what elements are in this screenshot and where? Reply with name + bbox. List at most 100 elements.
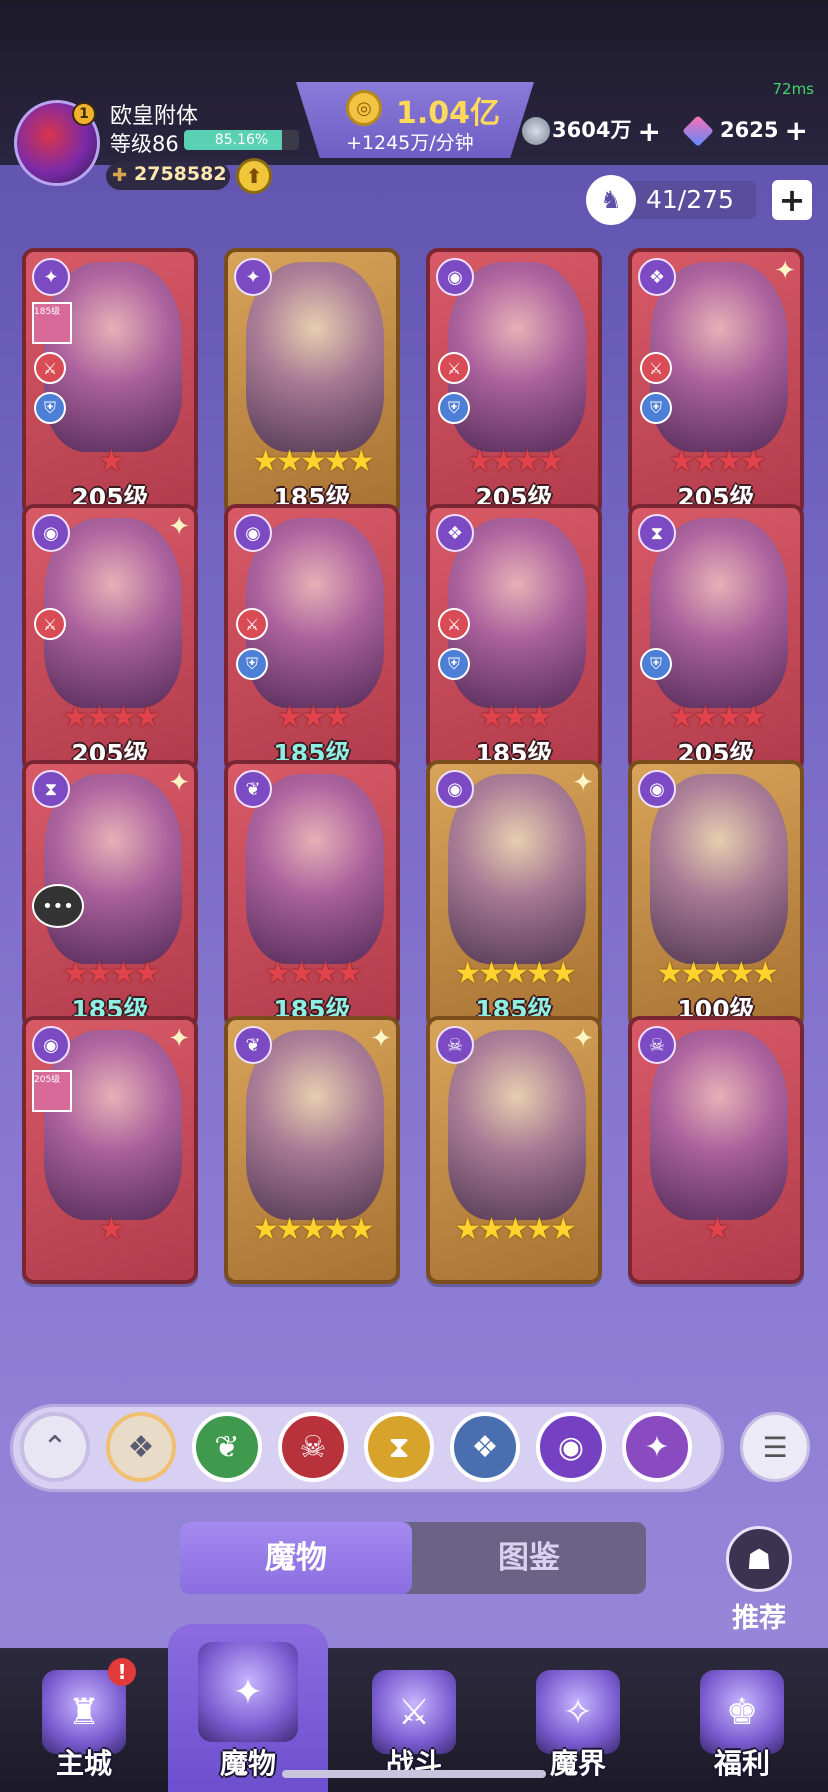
monster-portrait [650,1030,788,1220]
monster-card[interactable]: ⧗ ⛨ ★★★★ 205级 [628,504,804,772]
monster-grid: ✦ ⚔ ⛨ 185级 ★ 205级 ✦ ★★★★★ 185级 ◉ ⚔ ⛨ ★★★★ 205级 ❖ ⚔ ⛨ ✦ ★★★… [22,248,808,1366]
linked-monster-thumbnail: 185级 [32,302,72,344]
attack-role-icon: ⚔ [640,352,672,384]
faction-icon: ⧗ [32,770,70,808]
sparkle-icon: ✦ [168,768,190,798]
star-rating: ★★★★★ [252,1212,374,1247]
collapse-filter-icon[interactable]: ⌃ [20,1412,90,1482]
eye-faction-icon[interactable]: ◉ [536,1412,606,1482]
all-factions-icon[interactable]: ❖ [106,1412,176,1482]
sparkle-icon: ✦ [572,768,594,798]
star-rating: ★★★★★ [252,444,374,479]
chat-bubble-icon[interactable]: ••• [32,884,84,928]
nav-item-welfare[interactable]: ♚ 福利 [662,1648,822,1792]
faction-icon: ⧗ [638,514,676,552]
monster-card[interactable]: ☠ ✦ ★★★★★ [426,1016,602,1284]
silver-amount: 3604万 [552,118,632,142]
player-level: 等级86 [110,132,179,156]
player-name: 欧皇附体 [110,104,199,129]
recommend-button[interactable]: ☗ [726,1526,792,1592]
nav-item-main-city[interactable]: ♜ 主城! [4,1648,164,1792]
attack-role-icon: ⚔ [438,608,470,640]
recommend-label: 推荐 [732,1603,786,1634]
gem-resource: 2625 + [682,114,808,147]
tab-codex[interactable]: 图鉴 [412,1522,646,1594]
faction-icon: ❖ [436,514,474,552]
monster-card[interactable]: ◉ ⚔ ✦ ★★★★ 205级 [22,504,198,772]
defense-role-icon: ⛨ [640,648,672,680]
monster-portrait [44,1030,182,1220]
expand-roster-button[interactable]: + [772,180,812,220]
exp-percent: 85.16% [214,132,269,148]
star-rating: ★★★★ [62,956,161,991]
faction-icon: ❦ [234,770,272,808]
monster-portrait [246,1030,384,1220]
dragon-faction-icon[interactable]: ❖ [450,1412,520,1482]
monster-card[interactable]: ◉ ⚔ ⛨ ★★★ 185级 [224,504,400,772]
monster-portrait [650,774,788,964]
roster-icon: ♞ [586,175,636,225]
star-rating: ★ [704,1212,731,1247]
monster-portrait [44,774,182,964]
star-rating: ★★★★★ [454,1212,576,1247]
sort-button[interactable]: ☰ [740,1412,810,1482]
gem-amount: 2625 [720,117,779,142]
star-rating: ★★★ [478,700,553,735]
monster-portrait [246,262,384,452]
monster-card[interactable]: ⧗ ••• ✦ ★★★★ 185级 [22,760,198,1028]
add-silver-button[interactable]: + [637,115,660,148]
power-up-button[interactable]: ⬆ [236,158,272,194]
star-rating: ★★★★ [264,956,363,991]
defense-role-icon: ⛨ [236,648,268,680]
faction-icon: ☠ [436,1026,474,1064]
view-tabs: 魔物 图鉴 [180,1522,646,1594]
faction-icon: ✦ [32,258,70,296]
monster-card[interactable]: ❖ ⚔ ⛨ ✦ ★★★★ 205级 [628,248,804,516]
monster-portrait [650,262,788,452]
vip-badge: 1 [72,102,96,126]
monster-card[interactable]: ❦ ★★★★ 185级 [224,760,400,1028]
power-icon: ✚ [112,165,128,186]
tab-monsters[interactable]: 魔物 [180,1522,412,1594]
monster-card[interactable]: ◉ ★★★★★ 100级 [628,760,804,1028]
gold-rate: +1245万/分钟 [346,132,474,154]
demon-faction-icon[interactable]: ☠ [278,1412,348,1482]
faction-icon: ◉ [436,770,474,808]
star-rating: ★ [98,444,125,479]
monster-card[interactable]: ◉ ⚔ ⛨ ★★★★ 205级 [426,248,602,516]
sparkle-icon: ✦ [370,1024,392,1054]
gold-coin-icon: ◎ [346,90,382,126]
monster-card[interactable]: ☠ ★ [628,1016,804,1284]
hourglass-faction-icon[interactable]: ⧗ [364,1412,434,1482]
monster-portrait [448,1030,586,1220]
monster-card[interactable]: ✦ ⚔ ⛨ 185级 ★ 205级 [22,248,198,516]
faction-icon: ◉ [436,258,474,296]
sparkle-icon: ✦ [168,512,190,542]
nature-faction-icon[interactable]: ❦ [192,1412,262,1482]
attack-role-icon: ⚔ [34,608,66,640]
monster-portrait [448,518,586,708]
monster-portrait [246,774,384,964]
monster-card[interactable]: ◉ ✦ ★★★★★ 185级 [426,760,602,1028]
add-gem-button[interactable]: + [784,114,807,147]
faction-icon: ◉ [32,514,70,552]
nav-item-monsters[interactable]: ✦ 魔物 [168,1624,328,1792]
nav-label: 主城 [55,1747,112,1780]
home-indicator [282,1770,546,1778]
rune-faction-icon[interactable]: ✦ [622,1412,692,1482]
monster-card[interactable]: ❖ ⚔ ⛨ ★★★ 185级 [426,504,602,772]
silver-resource: 3604万 + [522,114,661,148]
roster-capacity: ♞ 41/275 + [586,175,812,225]
monster-portrait [448,774,586,964]
monster-card[interactable]: ◉ 205级 ✦ ★ [22,1016,198,1284]
monster-portrait [44,518,182,708]
gold-amount: 1.04亿 [396,96,501,131]
monster-card[interactable]: ❦ ✦ ★★★★★ [224,1016,400,1284]
faction-icon: ❦ [234,1026,272,1064]
ping-indicator: 72ms [772,80,814,98]
nav-label: 福利 [713,1747,770,1780]
star-rating: ★★★★ [668,444,767,479]
star-rating: ★★★★ [668,700,767,735]
monster-card[interactable]: ✦ ★★★★★ 185级 [224,248,400,516]
gem-icon [682,114,714,147]
